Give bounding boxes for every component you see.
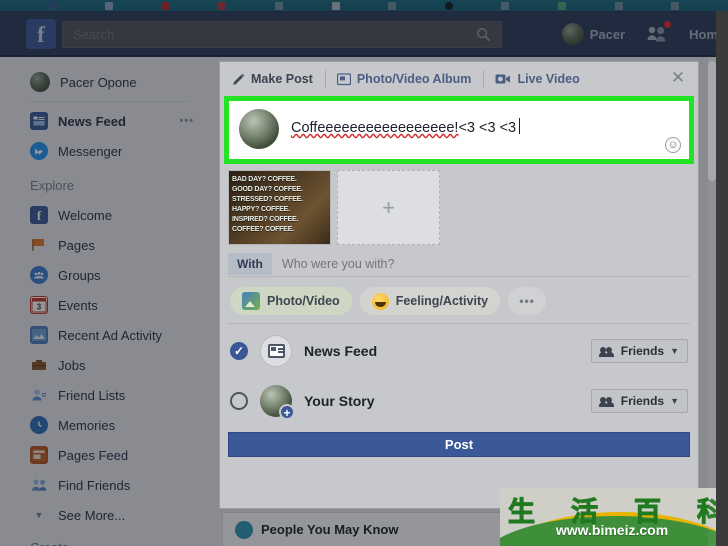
composer-text[interactable]: Coffeeeeeeeeeeeeeeeee! <3 <3 <3 xyxy=(291,116,521,136)
photo-video-icon xyxy=(242,292,260,310)
post-button[interactable]: Post xyxy=(228,432,690,457)
photo-caption-line: STRESSED? COFFEE. xyxy=(232,196,303,203)
browser-right-edge xyxy=(716,11,728,546)
chevron-down-icon: ▼ xyxy=(670,346,679,356)
audience-row-your-story[interactable]: + Your Story Friends ▼ xyxy=(220,376,698,426)
radio-unselected-icon[interactable] xyxy=(230,392,248,410)
tab-photo-video-album[interactable]: Photo/Video Album xyxy=(324,68,484,90)
composer-highlight: Coffeeeeeeeeeeeeeeeee! <3 <3 <3 ☺ xyxy=(224,96,694,164)
privacy-selector-news-feed[interactable]: Friends ▼ xyxy=(590,339,688,363)
watermark-url: www.bimeiz.com xyxy=(555,522,669,538)
composer-actions: Photo/Video Feeling/Activity ••• xyxy=(220,277,698,321)
with-label: With xyxy=(228,252,272,275)
video-camera-icon xyxy=(495,74,511,84)
pill-label: Photo/Video xyxy=(267,294,340,308)
photo-caption: BAD DAY? COFFEE. GOOD DAY? COFFEE. STRES… xyxy=(232,175,327,234)
screenshot-root: f Pacer Hom xyxy=(0,0,728,546)
friends-icon xyxy=(598,346,615,357)
composer-rest-text: <3 <3 <3 xyxy=(458,120,517,136)
photo-caption-line: GOOD DAY? COFFEE. xyxy=(232,186,303,193)
avatar xyxy=(239,109,279,149)
tab-label: Photo/Video Album xyxy=(356,72,472,86)
photo-video-button[interactable]: Photo/Video xyxy=(230,287,352,315)
audience-label: Your Story xyxy=(304,393,375,409)
composer-misspelled-word: Coffeeeeeeeeeeeeeeeee! xyxy=(291,120,459,136)
plus-icon: + xyxy=(279,404,295,420)
privacy-label: Friends xyxy=(620,394,665,408)
post-composer[interactable]: Coffeeeeeeeeeeeeeeeee! <3 <3 <3 ☺ xyxy=(229,101,689,159)
photo-caption-line: HAPPY? COFFEE. xyxy=(232,206,290,213)
radio-selected-icon[interactable] xyxy=(230,342,248,360)
audience-row-news-feed[interactable]: News Feed Friends ▼ xyxy=(220,326,698,376)
privacy-label: Friends xyxy=(620,344,665,358)
album-icon xyxy=(336,72,351,85)
feeling-activity-button[interactable]: Feeling/Activity xyxy=(359,287,501,315)
tab-make-post[interactable]: Make Post xyxy=(230,68,325,90)
divider xyxy=(228,323,690,324)
photo-caption-line: INSPIRED? COFFEE. xyxy=(232,216,299,223)
privacy-selector-your-story[interactable]: Friends ▼ xyxy=(590,389,688,413)
feeling-activity-icon xyxy=(371,292,389,310)
watermark: 生 活 百 科 www.bimeiz.com xyxy=(500,488,728,546)
page-scrollbar[interactable] xyxy=(708,57,716,546)
scrollbar-thumb[interactable] xyxy=(708,61,716,181)
tab-live-video[interactable]: Live Video xyxy=(483,68,591,90)
pill-label: Feeling/Activity xyxy=(395,294,489,308)
dialog-tabs: Make Post Photo/Video Album Live Video ✕ xyxy=(220,62,698,96)
your-story-avatar: + xyxy=(260,385,295,420)
photo-thumbnail[interactable]: BAD DAY? COFFEE. GOOD DAY? COFFEE. STRES… xyxy=(228,170,331,245)
pencil-icon xyxy=(233,73,245,85)
emoji-icon[interactable]: ☺ xyxy=(665,137,681,153)
photo-caption-line: BAD DAY? COFFEE. xyxy=(232,176,297,183)
post-button-wrap: Post xyxy=(220,426,698,465)
tab-label: Live Video xyxy=(517,72,580,86)
plus-icon: + xyxy=(382,194,395,220)
create-post-dialog: Make Post Photo/Video Album Live Video ✕ xyxy=(220,62,698,508)
audience-label: News Feed xyxy=(304,343,378,359)
more-options-button[interactable]: ••• xyxy=(508,287,547,315)
friends-icon xyxy=(598,396,615,407)
with-row: With xyxy=(228,251,690,277)
chevron-down-icon: ▼ xyxy=(670,396,679,406)
photo-caption-line: COFFEE? COFFEE. xyxy=(232,226,294,233)
news-feed-icon xyxy=(260,335,292,367)
with-input[interactable] xyxy=(281,256,690,271)
close-icon[interactable]: ✕ xyxy=(670,69,686,86)
add-photo-dropzone[interactable]: + xyxy=(337,170,440,245)
attachments-strip: BAD DAY? COFFEE. GOOD DAY? COFFEE. STRES… xyxy=(220,164,698,249)
tab-label: Make Post xyxy=(251,72,313,86)
text-caret xyxy=(519,118,521,134)
